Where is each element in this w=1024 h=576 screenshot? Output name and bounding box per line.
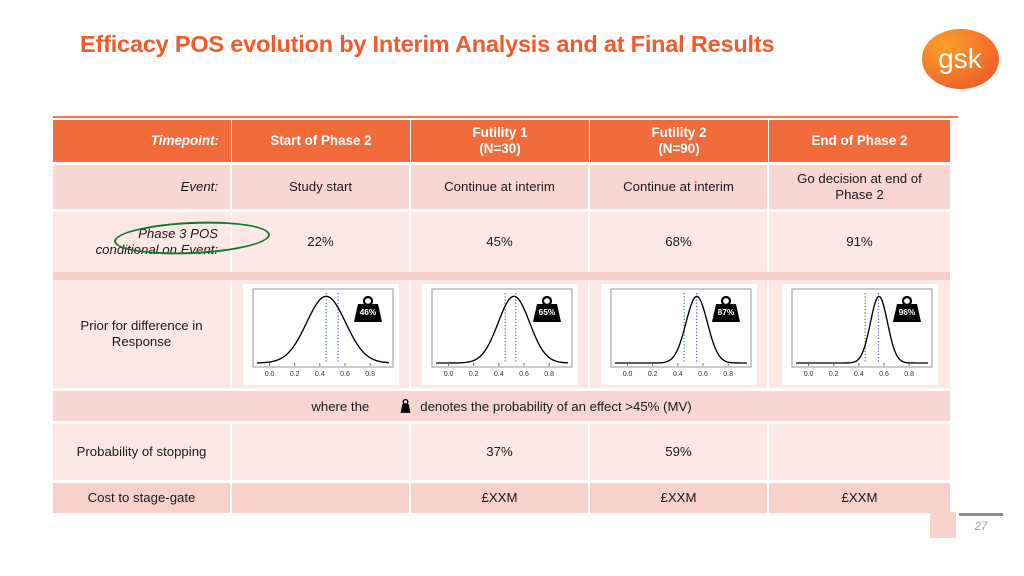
header-col3-line2: (N=90) (658, 141, 700, 156)
footer-rule (959, 513, 1003, 516)
weight-icon (397, 398, 414, 415)
cost-futility-1: £XXM (411, 483, 590, 513)
table-row-prior-distributions: Prior for difference in Response 0.0 0.2 0… (53, 280, 950, 388)
pos-futility-2: 68% (590, 212, 769, 272)
svg-text:0.0: 0.0 (443, 371, 453, 378)
chart-cell-start-of-phase-2: 0.0 0.2 0.4 0.6 0.8 46% (232, 280, 411, 388)
event-col4-line2: Phase 2 (835, 187, 884, 202)
header-col-start-of-phase-2: Start of Phase 2 (232, 120, 411, 162)
svg-text:0.6: 0.6 (698, 371, 708, 378)
header-col-futility-2: Futility 2 (N=90) (590, 120, 769, 162)
svg-text:87%: 87% (717, 307, 734, 317)
svg-text:0.6: 0.6 (879, 371, 889, 378)
cost-futility-2: £XXM (590, 483, 769, 513)
svg-text:96%: 96% (898, 307, 915, 317)
svg-text:0.8: 0.8 (723, 371, 733, 378)
chart-cell-futility-1: 0.0 0.2 0.4 0.6 0.8 65% (411, 280, 590, 388)
svg-text:0.2: 0.2 (289, 371, 299, 378)
event-futility-1: Continue at interim (411, 165, 590, 209)
pos-label-line1: Phase 3 POS (138, 225, 218, 241)
cost-end-of-phase-2: £XXM (841, 490, 878, 506)
row-separator-band (53, 272, 950, 280)
stopping-end-of-phase-2 (769, 424, 950, 480)
row-label-probability-of-stopping: Probability of stopping (53, 424, 232, 480)
svg-text:0.4: 0.4 (493, 371, 503, 378)
cost-start-of-phase-2 (232, 483, 411, 513)
header-col2-line2: (N=30) (479, 141, 521, 156)
stopping-futility-1: 37% (411, 424, 590, 480)
row-label-phase-3-pos: Phase 3 POS conditional on Event: (53, 212, 271, 272)
row-label-prior-for-difference: Prior for difference in Response (53, 280, 232, 388)
prior-chart-futility-2: 0.0 0.2 0.4 0.6 0.8 87% (600, 283, 757, 385)
svg-text:0.6: 0.6 (340, 371, 350, 378)
chart-cell-futility-2: 0.0 0.2 0.4 0.6 0.8 87% (590, 280, 769, 388)
prior-chart-start-of-phase-2: 0.0 0.2 0.4 0.6 0.8 46% (242, 283, 399, 385)
svg-text:0.4: 0.4 (672, 371, 682, 378)
stopping-start-of-phase-2 (232, 424, 411, 480)
prior-label-line2: Response (111, 334, 172, 349)
pos-futility-1: 45% (411, 212, 590, 272)
prior-chart-end-of-phase-2: 0.0 0.2 0.4 0.6 0.8 96% (781, 283, 938, 385)
svg-text:0.0: 0.0 (264, 371, 274, 378)
table-row-note: where the denotes the probability of an … (53, 391, 950, 421)
table-row-cost-to-stage-gate: Cost to stage-gate £XXM £XXM £XXM (53, 483, 950, 513)
table-row-event: Event: Study start Continue at interim C… (53, 165, 950, 209)
svg-text:65%: 65% (538, 307, 555, 317)
page-number: 27 (974, 521, 988, 533)
header-col2-line1: Futility 1 (472, 125, 528, 141)
chart-cell-end-of-phase-2: 0.0 0.2 0.4 0.6 0.8 96% (769, 280, 950, 388)
svg-text:0.8: 0.8 (544, 371, 554, 378)
row-label-event: Event: (53, 165, 232, 209)
page-title: Efficacy POS evolution by Interim Analys… (80, 31, 775, 57)
table-row-probability-of-stopping: Probability of stopping 37% 59% (53, 424, 950, 480)
svg-text:gsk: gsk (938, 43, 983, 74)
svg-text:46%: 46% (359, 307, 376, 317)
event-end-of-phase-2: Go decision at end of Phase 2 (769, 165, 950, 209)
legend-note: where the denotes the probability of an … (53, 391, 950, 421)
svg-text:0.6: 0.6 (519, 371, 529, 378)
stopping-futility-2: 59% (590, 424, 769, 480)
event-col4-line1: Go decision at end of (797, 171, 922, 187)
header-col-futility-1: Futility 1 (N=30) (411, 120, 590, 162)
svg-text:0.4: 0.4 (853, 371, 863, 378)
table-header-row: Timepoint: Start of Phase 2 Futility 1 (… (53, 120, 950, 162)
note-suffix: denotes the probability of an effect >45… (420, 398, 692, 414)
header-col-end-of-phase-2: End of Phase 2 (769, 120, 950, 162)
event-futility-2: Continue at interim (590, 165, 769, 209)
header-col3-line1: Futility 2 (651, 125, 707, 141)
svg-text:0.0: 0.0 (803, 371, 813, 378)
header-col1-text: Start of Phase 2 (270, 133, 372, 149)
footer-color-swatch (930, 512, 956, 538)
svg-text:0.8: 0.8 (904, 371, 914, 378)
svg-text:0.2: 0.2 (647, 371, 657, 378)
table-row-phase-3-pos: Phase 3 POS conditional on Event: 22% 45… (53, 212, 950, 272)
header-label-timepoint: Timepoint: (53, 120, 232, 162)
row-label-cost-to-stage-gate: Cost to stage-gate (53, 483, 232, 513)
efficacy-pos-table: Timepoint: Start of Phase 2 Futility 1 (… (53, 120, 950, 513)
svg-text:0.2: 0.2 (828, 371, 838, 378)
header-col4-text: End of Phase 2 (811, 133, 908, 149)
table-top-rule (53, 116, 958, 118)
svg-text:0.0: 0.0 (622, 371, 632, 378)
pos-start-of-phase-2: 22% (232, 212, 411, 272)
prior-chart-futility-1: 0.0 0.2 0.4 0.6 0.8 65% (421, 283, 578, 385)
slide: Efficacy POS evolution by Interim Analys… (0, 0, 1024, 576)
note-prefix: where the (311, 398, 370, 414)
event-start-of-phase-2: Study start (232, 165, 411, 209)
pos-label-line2: conditional on Event: (95, 242, 218, 257)
gsk-logo: gsk (920, 28, 1000, 90)
pos-end-of-phase-2: 91% (846, 234, 873, 250)
svg-text:0.8: 0.8 (365, 371, 375, 378)
prior-label-line1: Prior for difference in (80, 318, 203, 334)
svg-text:0.2: 0.2 (468, 371, 478, 378)
svg-text:0.4: 0.4 (314, 371, 324, 378)
